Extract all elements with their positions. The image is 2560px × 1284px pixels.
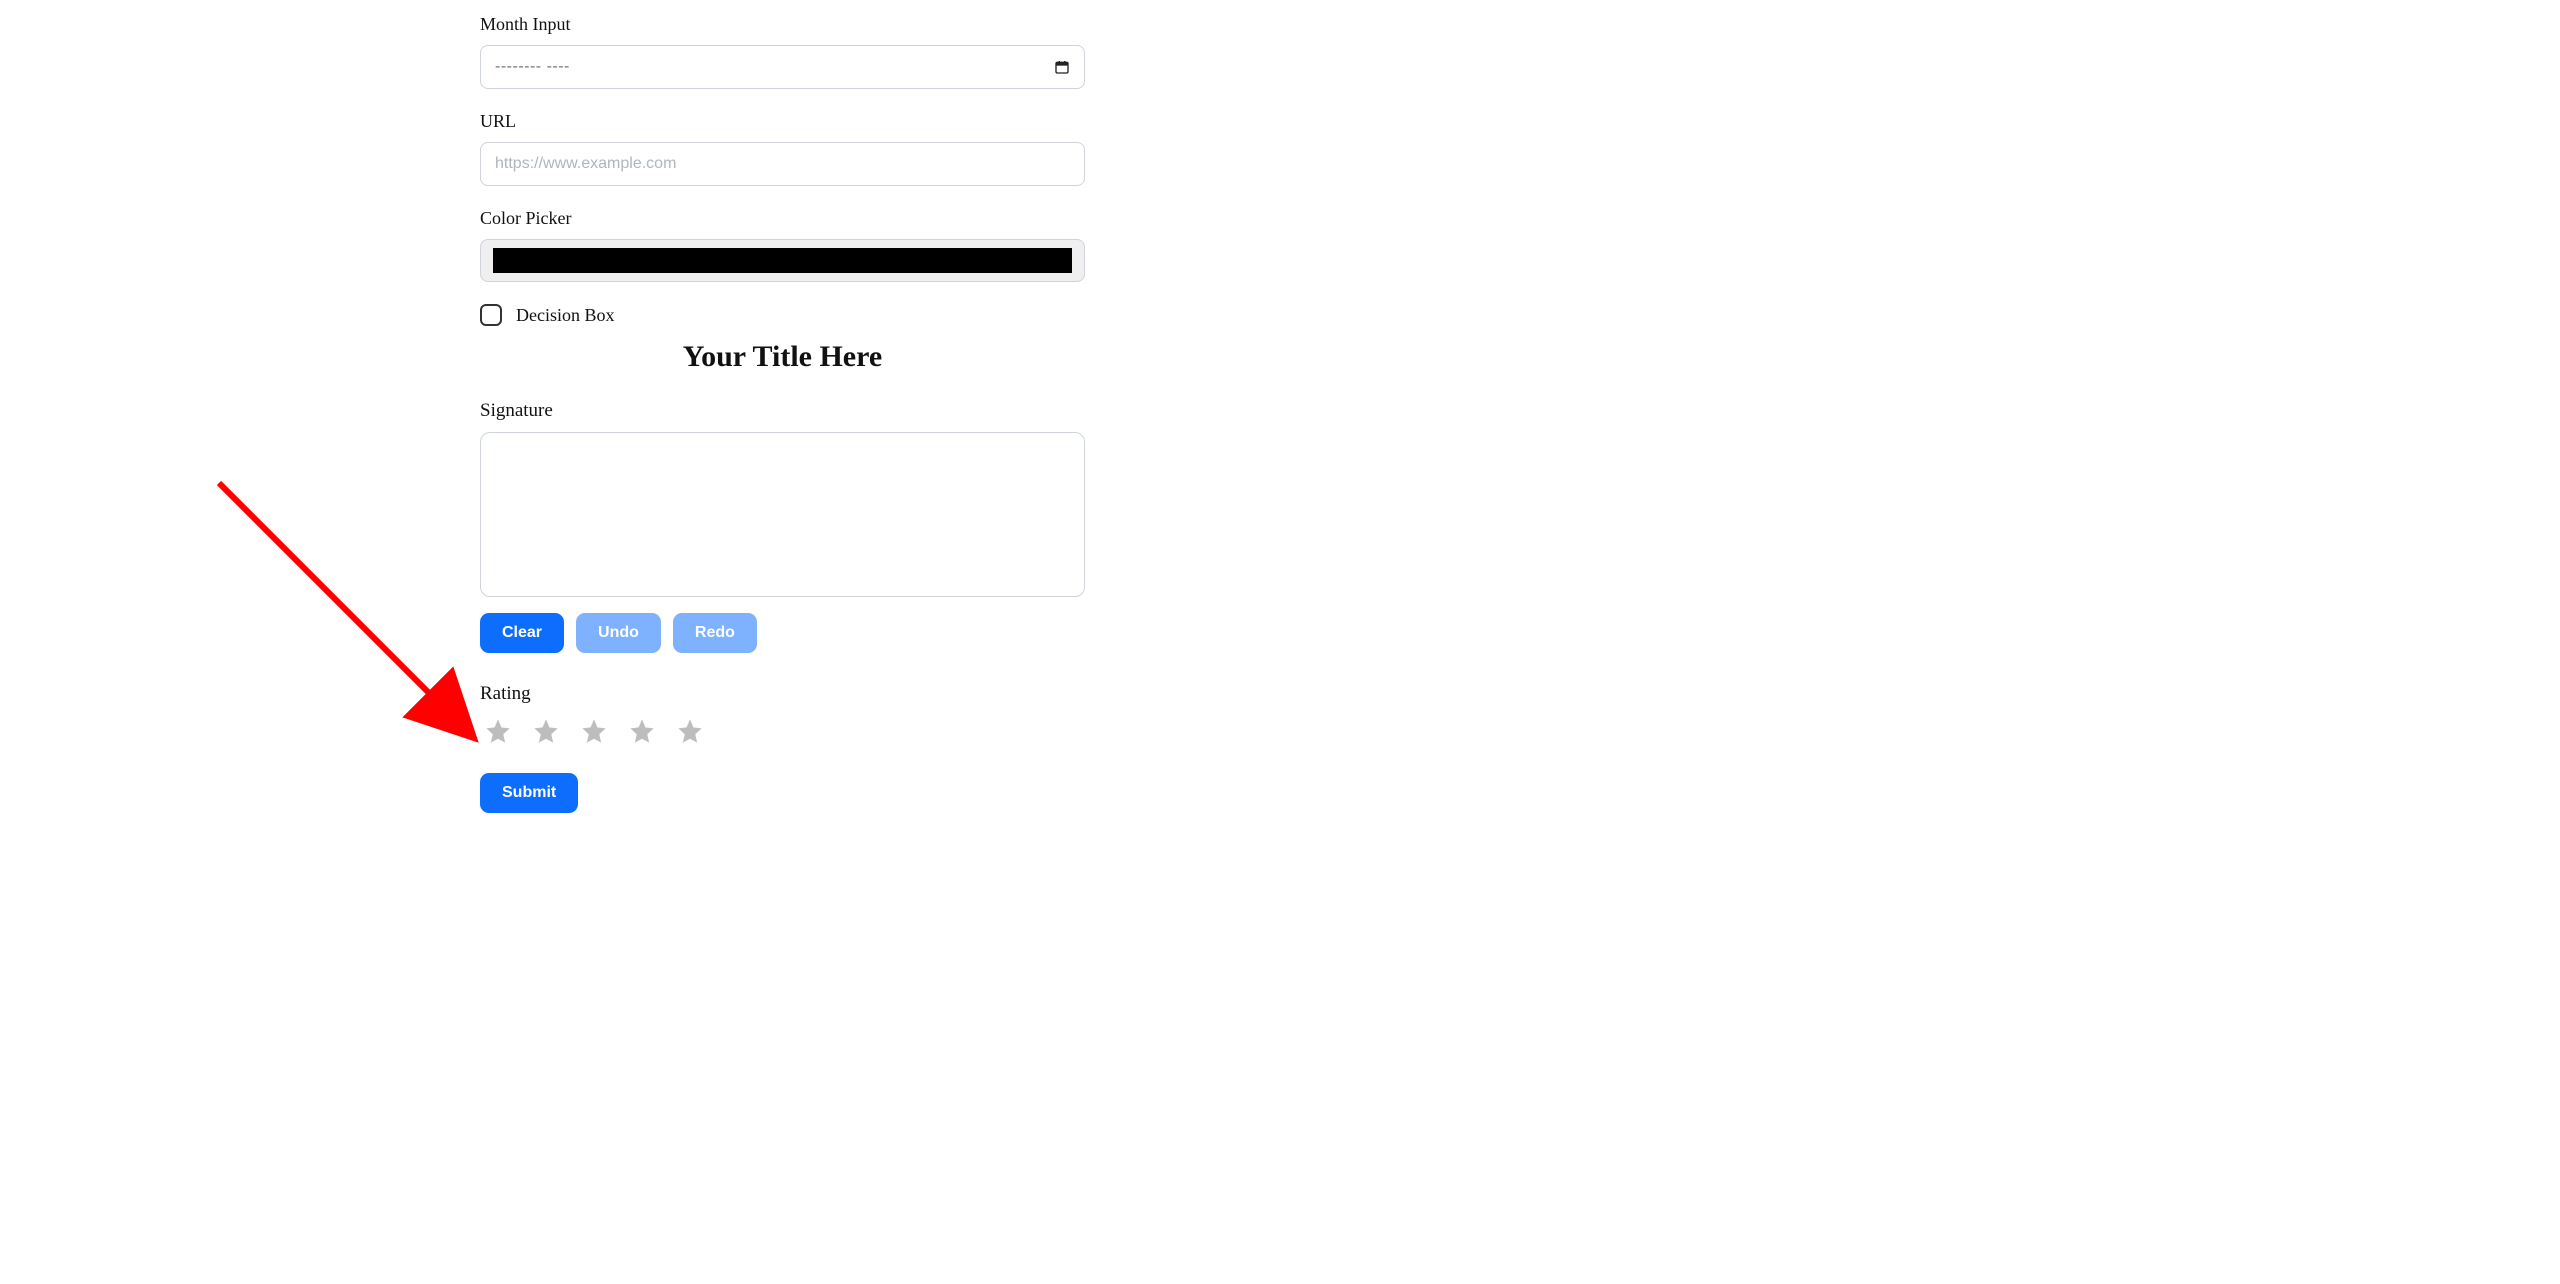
rating-label: Rating <box>480 683 1085 705</box>
star-icon[interactable] <box>676 717 704 745</box>
star-icon[interactable] <box>628 717 656 745</box>
decision-label: Decision Box <box>516 305 615 326</box>
rating-stars <box>480 717 1085 745</box>
color-label: Color Picker <box>480 208 1085 229</box>
undo-button[interactable]: Undo <box>576 613 661 653</box>
annotation-arrow <box>214 478 494 758</box>
clear-button[interactable]: Clear <box>480 613 564 653</box>
month-input[interactable]: -------- ---- <box>480 45 1085 89</box>
submit-button[interactable]: Submit <box>480 773 578 813</box>
signature-canvas[interactable] <box>480 432 1085 597</box>
month-label: Month Input <box>480 14 1085 35</box>
color-swatch <box>493 248 1072 273</box>
month-input-value: -------- ---- <box>495 58 570 76</box>
url-input[interactable] <box>480 142 1085 186</box>
redo-button[interactable]: Redo <box>673 613 757 653</box>
color-picker[interactable] <box>480 239 1085 282</box>
signature-label: Signature <box>480 400 1085 422</box>
star-icon[interactable] <box>580 717 608 745</box>
star-icon[interactable] <box>532 717 560 745</box>
section-title: Your Title Here <box>480 340 1085 374</box>
url-label: URL <box>480 111 1085 132</box>
calendar-icon[interactable] <box>1054 59 1070 75</box>
decision-checkbox[interactable] <box>480 304 502 326</box>
star-icon[interactable] <box>484 717 512 745</box>
